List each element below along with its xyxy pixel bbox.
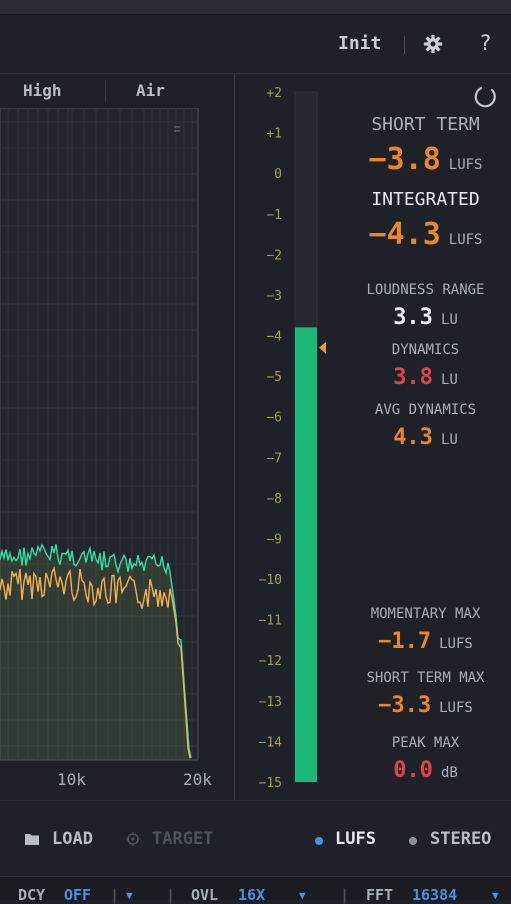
integrated-value: −4.3 [368, 217, 441, 252]
loudness-readings: SHORT TERM −3.8 LUFS INTEGRATED −4.3 LUFS … [340, 82, 511, 792]
ovl-dropdown-icon[interactable]: ▼ [299, 889, 306, 902]
avg-dynamics-value: 4.3 [393, 425, 433, 450]
peak-max-unit: dB [440, 765, 458, 781]
momentary-max-value: −1.7 [378, 629, 432, 654]
meter-scale-label: −12 [259, 654, 282, 669]
meter-scale-label: −14 [259, 735, 283, 750]
loudness-meter: +2 +1 0 −1 −2 −3 −4 −5 −6 −7 −8 −9 −10 −11 −12 −13 −14 −1… [259, 86, 326, 791]
panel-divider [234, 74, 235, 800]
dcy-label: DCY [18, 886, 46, 904]
meter-scale-label: −2 [266, 248, 282, 263]
target-button[interactable]: TARGET [152, 829, 213, 849]
meter-scale-label: −3 [266, 289, 282, 304]
ovl-label: OVL [191, 886, 219, 904]
meter-scale-label: −6 [266, 411, 282, 426]
gear-icon[interactable] [423, 34, 443, 54]
stereo-dot-icon [409, 837, 417, 845]
meter-scale-label: 0 [274, 167, 282, 182]
short-term-unit: LUFS [448, 157, 483, 173]
dynamics-reading: 3.8 LU [340, 365, 511, 390]
fft-value[interactable]: 16384 [412, 886, 457, 904]
short-term-reading: −3.8 LUFS [340, 142, 511, 177]
momentary-max-unit: LUFS [439, 636, 473, 652]
loudness-range-reading: 3.3 LU [340, 305, 511, 330]
status-separator: | [110, 886, 120, 904]
spectrum-x-label-20k: 20k [183, 770, 212, 789]
peak-max-value: 0.0 [393, 758, 433, 783]
peak-max-reading: 0.0 dB [340, 758, 511, 783]
integrated-label: INTEGRATED [371, 189, 480, 210]
avg-dynamics-unit: LU [440, 432, 458, 448]
window-top-bar [0, 0, 511, 15]
stereo-mode-button[interactable]: STEREO [430, 829, 491, 849]
dcy-value[interactable]: OFF [64, 886, 91, 904]
init-button[interactable]: Init [338, 33, 381, 54]
meter-scale-label: −1 [266, 208, 282, 223]
footer-divider [0, 800, 511, 801]
meter-scale-label: −13 [259, 695, 282, 710]
integrated-unit: LUFS [448, 232, 483, 248]
fft-dropdown-icon[interactable]: ▼ [492, 889, 499, 902]
momentary-max-reading: −1.7 LUFS [340, 629, 511, 654]
band-tab-high[interactable]: High [23, 81, 62, 100]
loudness-range-value: 3.3 [393, 305, 433, 330]
meter-scale-label: −15 [259, 776, 282, 791]
short-term-max-unit: LUFS [439, 700, 473, 716]
momentary-max-label: MOMENTARY MAX [370, 606, 481, 622]
peak-max-label: PEAK MAX [391, 735, 460, 751]
meter-scale-label: −11 [259, 614, 282, 629]
meter-scale-label: −10 [259, 573, 282, 588]
dcy-dropdown-icon[interactable]: ▼ [126, 889, 133, 902]
band-tabs: High Air [0, 76, 234, 104]
loudness-range-label: LOUDNESS RANGE [366, 282, 485, 298]
status-separator: | [340, 886, 350, 904]
meter-scale-label: −9 [266, 532, 282, 547]
band-tab-air[interactable]: Air [136, 81, 165, 100]
spectrum-fill [0, 544, 191, 760]
fft-label: FFT [366, 886, 394, 904]
help-button[interactable]: ? [480, 31, 491, 55]
meter-level-bar [295, 327, 317, 782]
spectrum-analyzer [0, 108, 199, 761]
integrated-reading: −4.3 LUFS [340, 217, 511, 252]
status-separator: | [166, 886, 176, 904]
avg-dynamics-label: AVG DYNAMICS [374, 402, 477, 418]
short-term-value: −3.8 [368, 142, 441, 177]
header-separator [404, 36, 405, 54]
status-bar: DCY OFF | ▼ | OVL 16X ▼ | FFT 16384 ▼ [0, 876, 511, 904]
short-term-max-reading: −3.3 LUFS [340, 693, 511, 718]
ovl-value[interactable]: 16X [238, 886, 265, 904]
loudness-range-unit: LU [440, 312, 458, 328]
short-term-label: SHORT TERM [371, 114, 480, 135]
folder-icon [25, 834, 39, 845]
dynamics-unit: LU [440, 372, 458, 388]
dynamics-value: 3.8 [393, 365, 433, 390]
footer-bar: LOAD TARGET LUFS STEREO [0, 818, 511, 862]
avg-dynamics-reading: 4.3 LU [340, 425, 511, 450]
meter-target-marker [319, 341, 326, 354]
short-term-max-label: SHORT TERM MAX [366, 670, 485, 686]
lufs-mode-button[interactable]: LUFS [335, 829, 376, 849]
meter-scale-label: −8 [266, 492, 282, 507]
dynamics-label: DYNAMICS [391, 342, 460, 358]
load-button[interactable]: LOAD [52, 829, 93, 849]
meter-scale-label: −5 [266, 370, 282, 385]
meter-scale-label: −7 [266, 451, 282, 466]
lufs-active-dot-icon [315, 837, 323, 845]
meter-scale-label: +2 [266, 86, 282, 101]
meter-scale-label: −4 [266, 330, 282, 345]
spectrum-x-label-10k: 10k [57, 770, 86, 789]
meter-scale-label: +1 [266, 127, 282, 142]
target-icon [126, 832, 140, 846]
short-term-max-value: −3.3 [378, 693, 432, 718]
band-divider [105, 80, 106, 102]
